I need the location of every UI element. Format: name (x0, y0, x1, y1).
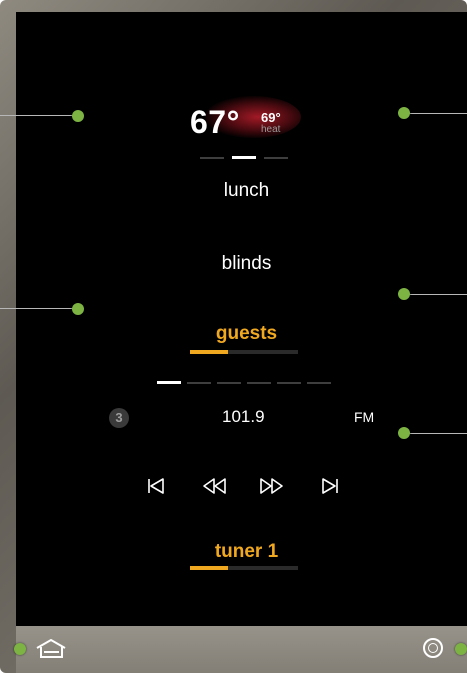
fast-forward-button[interactable] (259, 474, 285, 498)
callout-dot-top-left (72, 110, 84, 122)
page-indicator-tuner-1 (157, 381, 181, 384)
page-indicator-tuner-4 (247, 382, 271, 384)
page-indicator-tuner-2 (187, 382, 211, 384)
fast-forward-icon (260, 478, 283, 494)
set-temperature[interactable]: 69° (261, 110, 281, 125)
tuner-level-bar[interactable] (190, 566, 298, 570)
callout-line-mid-left (0, 308, 74, 309)
callout-dot-bottom-right (455, 643, 467, 655)
scene-guests[interactable]: guests (0, 323, 467, 345)
rewind-icon (203, 478, 226, 494)
page-indicator-1 (200, 157, 224, 159)
callout-dot-bottom-left (14, 643, 26, 655)
callout-line-low-right (408, 433, 467, 434)
skip-forward-icon (322, 478, 338, 494)
home-icon (36, 639, 66, 658)
home-button[interactable] (34, 637, 68, 661)
page-indicator-tuner-6 (307, 382, 331, 384)
skip-forward-button[interactable] (317, 474, 343, 498)
callout-line-top-left (0, 115, 74, 116)
scene-blinds[interactable]: blinds (0, 253, 467, 275)
rewind-button[interactable] (201, 474, 227, 498)
skip-back-button[interactable] (143, 474, 169, 498)
page-indicator-tuner-3 (217, 382, 241, 384)
page-indicator-tuner-5 (277, 382, 301, 384)
guests-level-fill (190, 350, 228, 354)
tuner-band[interactable]: FM (354, 409, 374, 425)
skip-back-icon (148, 478, 164, 494)
page-indicator-3 (264, 157, 288, 159)
callout-dot-top-right (398, 107, 410, 119)
scene-lunch[interactable]: lunch (0, 180, 467, 202)
menu-button[interactable] (423, 638, 443, 658)
tuner-source-label[interactable]: tuner 1 (0, 541, 467, 563)
callout-dot-low-right (398, 427, 410, 439)
hvac-mode: heat (261, 124, 281, 135)
callout-dot-mid-left (72, 303, 84, 315)
page-indicator-2 (232, 156, 256, 159)
current-temperature[interactable]: 67° (190, 104, 240, 141)
callout-line-mid-right (408, 294, 467, 295)
bottom-navigation-bar (16, 626, 467, 673)
tuner-frequency: 101.9 (222, 407, 265, 426)
callout-line-top-right (408, 113, 467, 114)
preset-number-badge[interactable]: 3 (109, 408, 129, 428)
guests-level-bar[interactable] (190, 350, 298, 354)
callout-dot-mid-right (398, 288, 410, 300)
menu-circle-icon (428, 643, 438, 653)
tuner-level-fill (190, 566, 228, 570)
